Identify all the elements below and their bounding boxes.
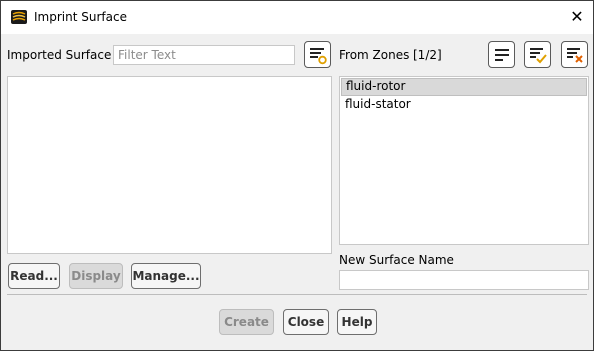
close-button[interactable]: Close: [283, 309, 329, 335]
fluent-app-icon: [11, 10, 27, 24]
help-button[interactable]: Help: [337, 309, 377, 335]
filter-zones-button[interactable]: [488, 41, 515, 68]
imported-surface-list[interactable]: [7, 76, 332, 254]
deselect-all-zones-button[interactable]: [561, 41, 588, 68]
zone-item-fluid-stator[interactable]: fluid-stator: [341, 96, 587, 112]
new-surface-name-label: New Surface Name: [339, 253, 454, 267]
from-zones-label: From Zones: [339, 48, 410, 62]
new-surface-name-input[interactable]: [339, 270, 589, 290]
from-zones-list[interactable]: fluid-rotor fluid-stator: [339, 76, 589, 245]
filter-text-input[interactable]: [113, 45, 295, 65]
read-button[interactable]: Read...: [8, 263, 60, 289]
close-window-icon[interactable]: ✕: [568, 7, 586, 27]
filter-list-icon: [310, 48, 327, 65]
select-all-icon: [530, 48, 547, 64]
select-all-zones-button[interactable]: [524, 41, 551, 68]
imported-surface-label: Imported Surface: [7, 48, 112, 62]
deselect-all-icon: [567, 48, 583, 63]
imprint-surface-dialog: Imprint Surface ✕ Imported Surface Read.…: [0, 0, 594, 351]
filter-options-button[interactable]: [304, 41, 331, 68]
display-button[interactable]: Display: [69, 263, 123, 289]
window-title: Imprint Surface: [34, 10, 127, 24]
zone-item-fluid-rotor[interactable]: fluid-rotor: [341, 78, 587, 96]
create-button[interactable]: Create: [219, 309, 274, 335]
footer-separator: [7, 294, 587, 295]
list-icon: [495, 49, 509, 61]
title-bar: Imprint Surface ✕: [1, 1, 593, 34]
from-zones-count: [1/2]: [413, 48, 442, 62]
manage-button[interactable]: Manage...: [131, 263, 201, 289]
